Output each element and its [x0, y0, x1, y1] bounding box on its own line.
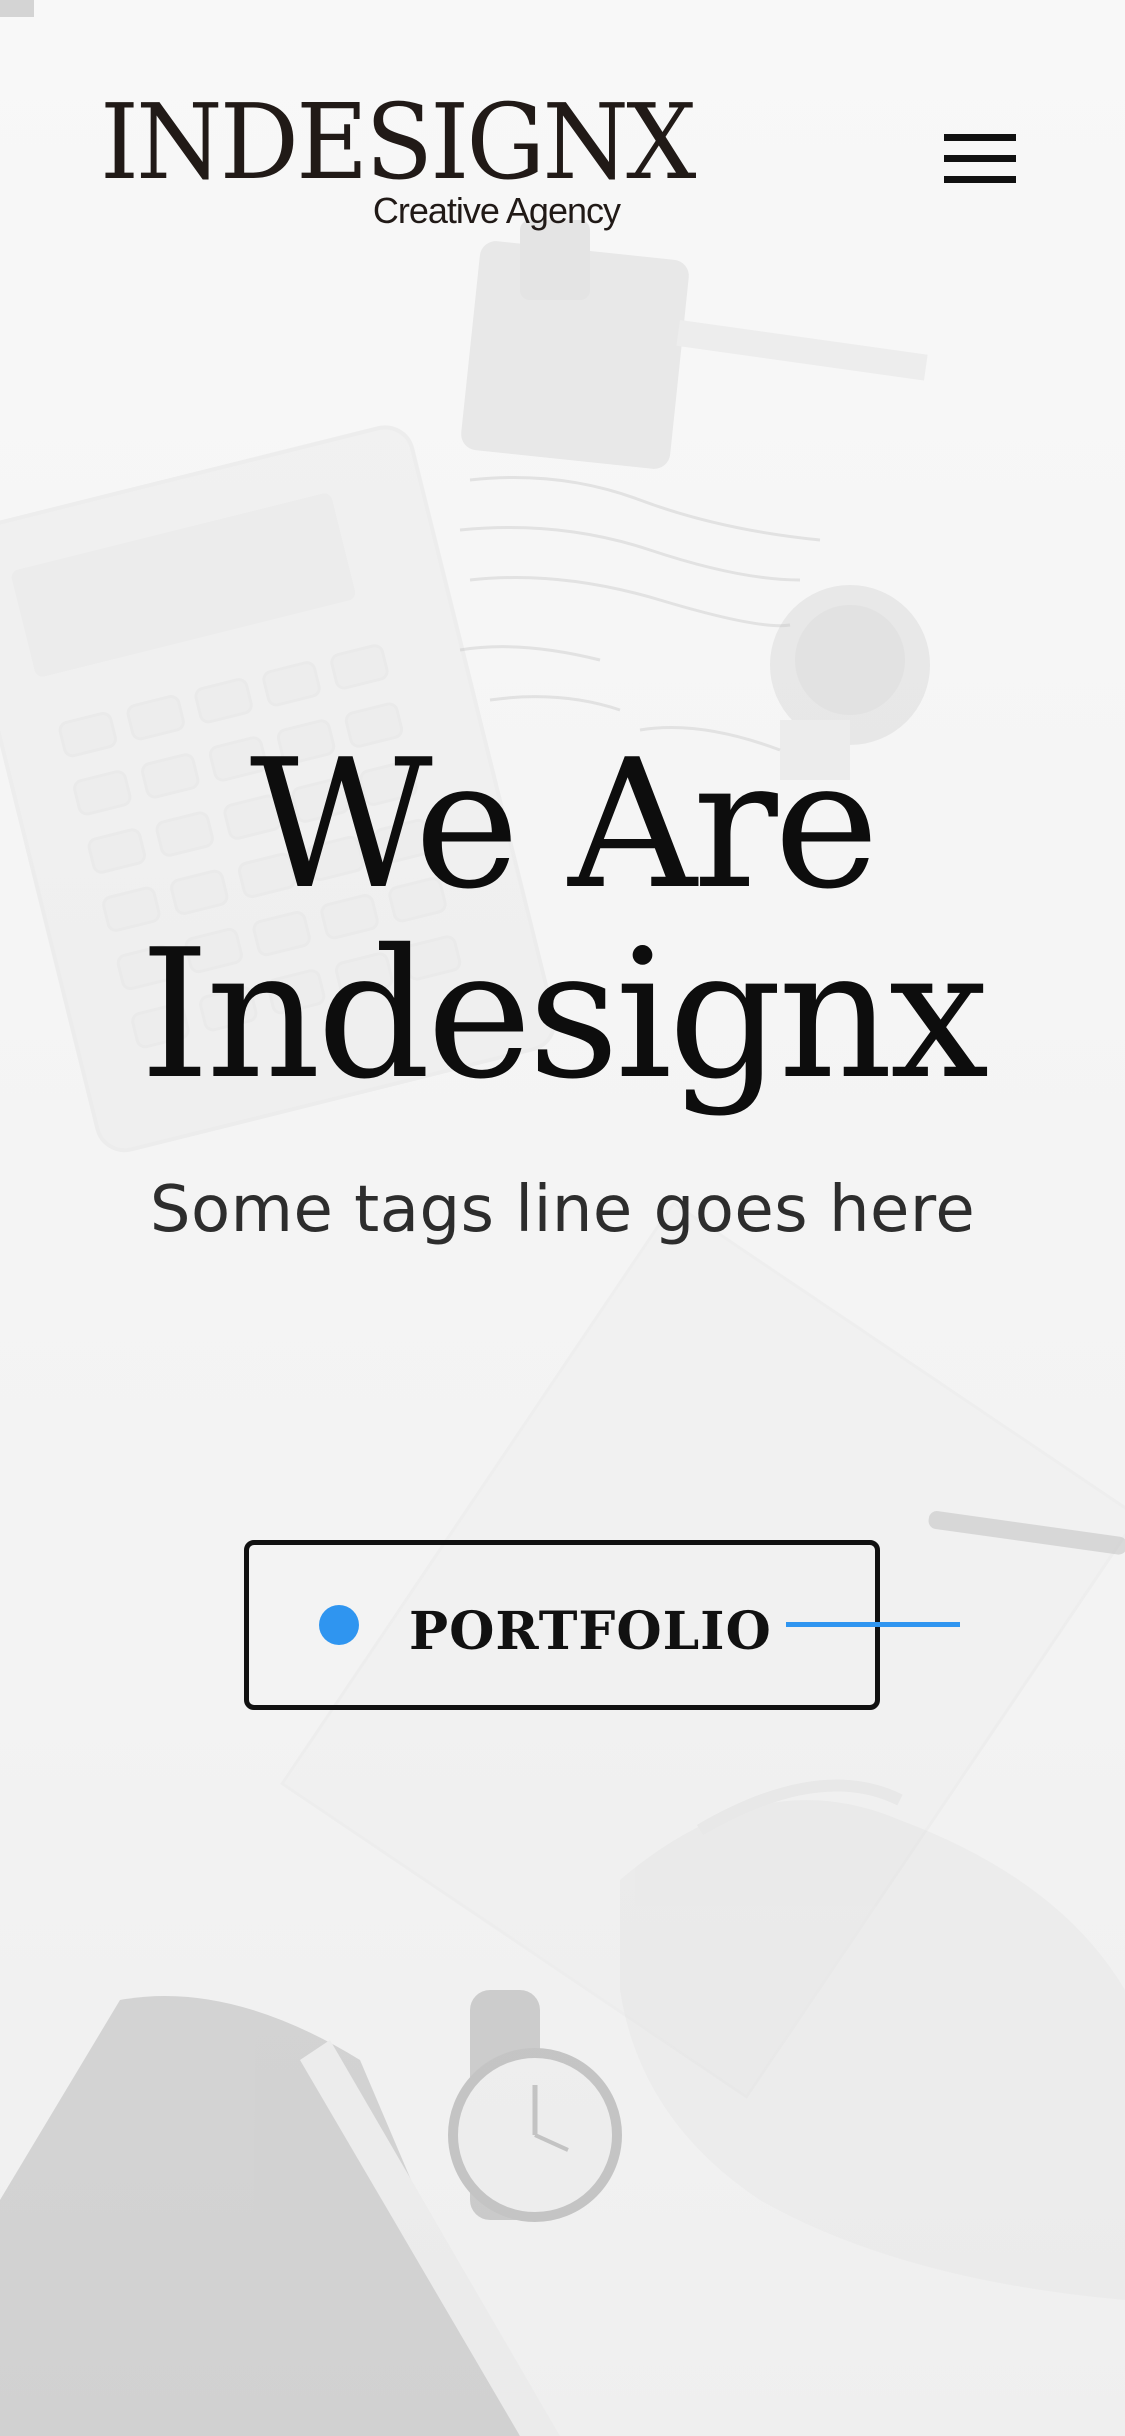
hero-tagline: Some tags line goes here — [149, 1173, 976, 1247]
brand-logo[interactable]: INDESIGNX Creative Agency — [100, 90, 696, 240]
menu-bar-middle — [944, 155, 1016, 162]
accent-line-decoration — [786, 1622, 960, 1627]
logo-wordmark: INDESIGNX — [100, 81, 696, 203]
hero-title: We Are Indesignx — [0, 730, 1125, 1110]
corner-marker — [0, 0, 34, 17]
menu-bar-bottom — [944, 176, 1016, 183]
portfolio-button-label: PORTFOLIO — [409, 1601, 772, 1662]
portfolio-button[interactable]: PORTFOLIO — [244, 1540, 880, 1710]
logo-subtitle: Creative Agency — [372, 190, 621, 231]
accent-dot-icon — [319, 1605, 359, 1645]
hero-title-line-1: We Are — [249, 721, 879, 928]
menu-bar-top — [944, 134, 1016, 141]
hero-title-line-2: Indesignx — [139, 911, 989, 1118]
hamburger-menu-icon[interactable] — [944, 134, 1016, 184]
